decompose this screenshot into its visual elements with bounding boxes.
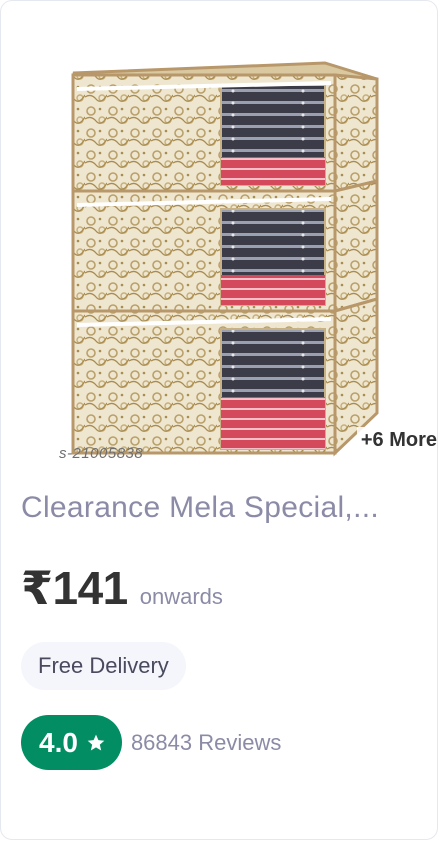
delivery-label: Free Delivery	[38, 653, 169, 678]
more-images-badge[interactable]: +6 More	[356, 427, 437, 454]
price-suffix: onwards	[139, 584, 223, 609]
product-image	[71, 61, 379, 457]
price-row: ₹141 onwards	[21, 561, 223, 615]
product-card[interactable]: s-21005838 +6 More Clearance Mela Specia…	[0, 0, 438, 840]
rating-badge: 4.0	[21, 715, 122, 770]
star-icon	[87, 734, 105, 750]
bag-top	[71, 61, 379, 193]
bag-bottom	[71, 297, 379, 457]
sku-watermark: s-21005838	[59, 445, 144, 462]
rating-row: 4.0 86843 Reviews	[21, 715, 281, 770]
reviews-count: 86843 Reviews	[130, 729, 282, 755]
product-title[interactable]: Clearance Mela Special,...	[21, 491, 421, 525]
rating-value: 4.0	[39, 726, 78, 758]
bag-middle	[71, 179, 379, 313]
product-image-area[interactable]: s-21005838 +6 More	[1, 1, 437, 471]
product-price: ₹141	[21, 562, 128, 614]
free-delivery-badge: Free Delivery	[21, 642, 186, 690]
